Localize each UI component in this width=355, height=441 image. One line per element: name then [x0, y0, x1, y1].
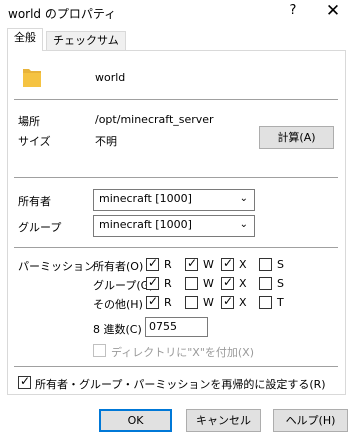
- divider: [14, 366, 338, 367]
- permission-col-label: W: [203, 258, 214, 271]
- group-label: グループ: [18, 221, 62, 234]
- octal-label: 8 進数(C): [93, 323, 142, 336]
- folder-icon: [23, 69, 41, 87]
- ok-button[interactable]: OK: [99, 409, 172, 432]
- check-icon: ✓: [148, 275, 159, 289]
- help-icon[interactable]: ?: [283, 3, 303, 18]
- size-value: 不明: [95, 135, 117, 148]
- permission-checkbox-x[interactable]: ✓: [221, 275, 234, 290]
- cancel-button[interactable]: キャンセル: [186, 409, 261, 432]
- file-name: world: [95, 71, 126, 84]
- permission-col-label: X: [239, 258, 247, 271]
- permission-col-label: X: [239, 277, 247, 290]
- tab-general[interactable]: 全般: [7, 28, 43, 51]
- close-icon[interactable]: ✕: [318, 1, 348, 21]
- check-icon: ✓: [148, 256, 159, 270]
- check-icon: ✓: [223, 256, 234, 270]
- chevron-down-icon: ⌄: [239, 193, 248, 204]
- window-title: world のプロパティ: [8, 7, 117, 21]
- permission-checkbox-s[interactable]: [259, 296, 272, 309]
- divider: [14, 99, 338, 100]
- octal-input[interactable]: 0755: [145, 317, 208, 337]
- permission-col-label: R: [164, 258, 172, 271]
- calculate-button[interactable]: 計算(A): [259, 126, 334, 149]
- permission-checkbox-r[interactable]: ✓: [146, 275, 159, 290]
- divider: [14, 177, 338, 178]
- permissions-label: パーミッション: [18, 260, 95, 273]
- permission-checkbox-w[interactable]: [185, 277, 198, 290]
- permission-col-label: R: [164, 277, 172, 290]
- permission-row-label: 所有者(O): [93, 260, 144, 273]
- chevron-down-icon: ⌄: [239, 219, 248, 230]
- permission-col-label: W: [203, 277, 214, 290]
- check-icon: ✓: [20, 374, 31, 388]
- permission-col-label: T: [277, 296, 284, 309]
- permission-col-label: S: [277, 277, 284, 290]
- permission-row-label: グループ(G): [93, 279, 154, 292]
- permission-checkbox-s[interactable]: [259, 258, 272, 271]
- tab-checksum[interactable]: チェックサム: [46, 31, 126, 50]
- size-label: サイズ: [18, 135, 51, 148]
- check-icon: ✓: [223, 294, 234, 308]
- permission-checkbox-x[interactable]: ✓: [221, 294, 234, 309]
- recursive-checkbox[interactable]: ✓: [18, 374, 31, 389]
- check-icon: ✓: [187, 256, 198, 270]
- permission-checkbox-r[interactable]: ✓: [146, 256, 159, 271]
- permission-col-label: X: [239, 296, 247, 309]
- owner-label: 所有者: [18, 195, 51, 208]
- owner-select[interactable]: minecraft [1000] ⌄: [93, 189, 255, 211]
- check-icon: ✓: [223, 275, 234, 289]
- permission-row-label: その他(H): [93, 298, 143, 311]
- location-label: 場所: [18, 115, 40, 128]
- owner-select-value: minecraft [1000]: [99, 192, 192, 205]
- permission-checkbox-w[interactable]: ✓: [185, 256, 198, 271]
- dir-x-checkbox[interactable]: [93, 344, 106, 357]
- group-select-value: minecraft [1000]: [99, 218, 192, 231]
- recursive-label: 所有者・グループ・パーミッションを再帰的に設定する(R): [35, 378, 326, 391]
- permission-checkbox-w[interactable]: [185, 296, 198, 309]
- help-button[interactable]: ヘルプ(H): [273, 409, 348, 432]
- permission-col-label: W: [203, 296, 214, 309]
- permission-col-label: S: [277, 258, 284, 271]
- permission-checkbox-s[interactable]: [259, 277, 272, 290]
- group-select[interactable]: minecraft [1000] ⌄: [93, 215, 255, 237]
- divider: [14, 247, 338, 248]
- permission-col-label: R: [164, 296, 172, 309]
- location-value: /opt/minecraft_server: [95, 113, 214, 126]
- permission-checkbox-x[interactable]: ✓: [221, 256, 234, 271]
- check-icon: ✓: [148, 294, 159, 308]
- permission-checkbox-r[interactable]: ✓: [146, 294, 159, 309]
- dir-x-label: ディレクトリに"X"を付加(X): [111, 346, 255, 359]
